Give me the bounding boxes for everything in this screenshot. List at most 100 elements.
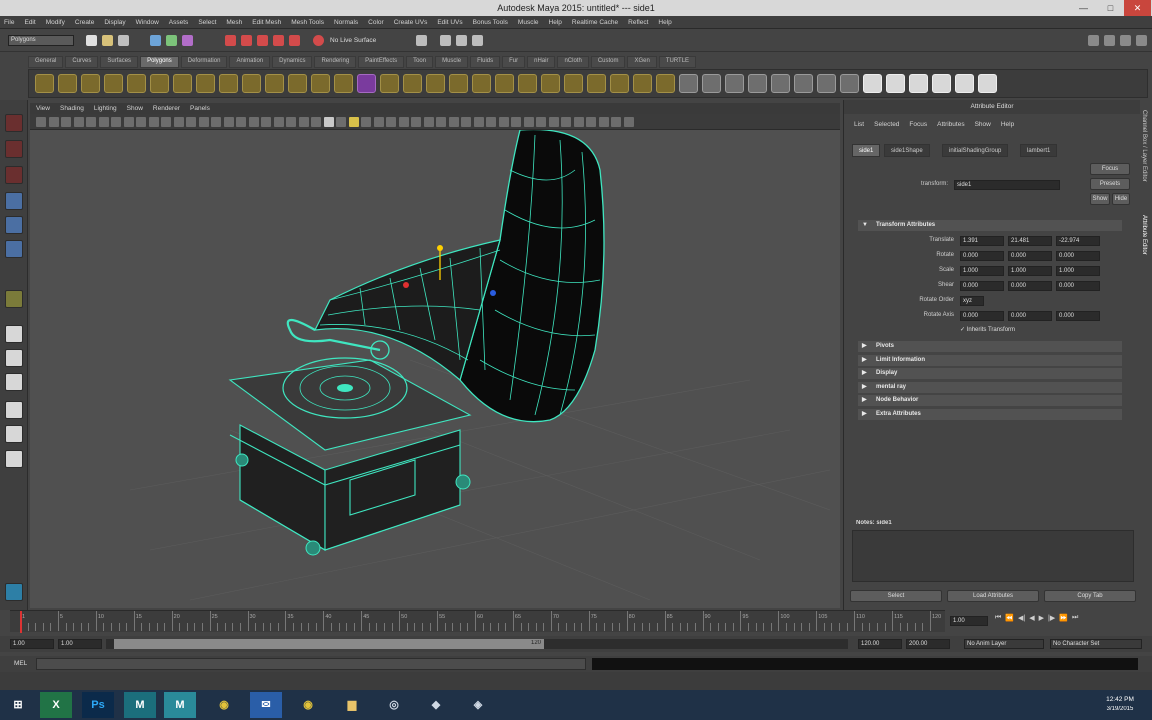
booleans-icon[interactable] (380, 74, 399, 93)
cylindrical-map-icon[interactable] (932, 74, 951, 93)
viewport-tool-29-icon[interactable] (398, 117, 409, 127)
step-forward-icon[interactable]: ⏩ (1059, 614, 1068, 628)
poly-cube-icon[interactable] (58, 74, 77, 93)
history-icon[interactable] (416, 35, 427, 46)
shelf-tab-curves[interactable]: Curves (65, 56, 99, 68)
viewport-tool-42-icon[interactable] (561, 117, 571, 127)
ipr-render-icon[interactable] (456, 35, 467, 46)
viewport-tool-32-icon[interactable] (436, 117, 446, 127)
poly-pipe-icon[interactable] (219, 74, 238, 93)
menu-item-1[interactable]: Edit (24, 19, 35, 26)
append-icon[interactable] (541, 74, 560, 93)
playback-start-field[interactable]: 1.00 (58, 639, 102, 649)
attr-row-2-field-1[interactable]: 1.000 (1008, 266, 1052, 276)
extrude-icon[interactable] (656, 74, 675, 93)
viewport-tool-31-icon[interactable] (423, 117, 434, 127)
viewport-tool-47-icon[interactable] (623, 117, 634, 127)
node-tab-0[interactable]: side1 (852, 144, 881, 157)
shelf-tab-fluids[interactable]: Fluids (470, 56, 501, 68)
poly-plane-icon[interactable] (127, 74, 146, 93)
layout-two-icon[interactable] (5, 373, 23, 391)
menu-item-9[interactable]: Edit Mesh (252, 19, 281, 26)
current-time-marker[interactable] (20, 611, 22, 633)
go-end-icon[interactable]: ⏭ (1072, 614, 1078, 628)
time-slider[interactable]: 1 5 10 15 20 25 30 35 40 45 50 55 60 65 70 75 80 85 90 95 10… (10, 610, 945, 633)
viewport-tool-23-icon[interactable] (323, 117, 334, 127)
viewport-tool-26-icon[interactable] (361, 117, 371, 127)
shelf-tab-muscle[interactable]: Muscle (435, 56, 469, 68)
viewport-tool-19-icon[interactable] (273, 117, 284, 127)
menu-item-14[interactable]: Edit UVs (437, 19, 462, 26)
menu-item-17[interactable]: Help (549, 19, 562, 26)
mail-icon[interactable]: ✉ (250, 692, 282, 718)
viewport-menu-view[interactable]: View (36, 105, 50, 112)
maya-icon[interactable]: M (124, 692, 156, 718)
extract-icon[interactable] (357, 74, 376, 93)
viewport-tool-12-icon[interactable] (186, 117, 196, 127)
viewport-tool-44-icon[interactable] (586, 117, 596, 127)
anim-layer-dropdown[interactable]: No Anim Layer (964, 639, 1044, 649)
attr-row-5-field-0[interactable]: 0.000 (960, 311, 1004, 321)
merge-to-center-icon[interactable] (771, 74, 790, 93)
step-back-icon[interactable]: ⏪ (1005, 614, 1014, 628)
viewport-tool-2-icon[interactable] (61, 117, 71, 127)
presets-button[interactable]: Presets (1090, 178, 1130, 190)
fill-hole-icon[interactable] (472, 74, 491, 93)
current-frame-field[interactable]: 1.00 (950, 616, 988, 626)
viewport-menu-lighting[interactable]: Lighting (94, 105, 117, 112)
tool-settings-toggle-icon[interactable] (1120, 35, 1131, 46)
menu-item-8[interactable]: Mesh (226, 19, 242, 26)
mirror-icon[interactable] (449, 74, 468, 93)
go-start-icon[interactable]: ⏮ (995, 614, 1001, 628)
viewport-tool-22-icon[interactable] (311, 117, 321, 127)
modeling-toolkit-icon[interactable] (1088, 35, 1099, 46)
viewport-tool-9-icon[interactable] (148, 117, 159, 127)
poly-prism-icon[interactable] (173, 74, 192, 93)
shelf-tab-general[interactable]: General (28, 56, 64, 68)
viewport-tool-21-icon[interactable] (298, 117, 309, 127)
attr-row-5-field-1[interactable]: 0.000 (1008, 311, 1052, 321)
layout-outliner-icon[interactable] (5, 425, 23, 443)
next-key-icon[interactable]: |▶ (1048, 614, 1055, 628)
select-tool-icon[interactable] (5, 114, 23, 132)
viewport-tool-20-icon[interactable] (286, 117, 296, 127)
menu-item-6[interactable]: Assets (169, 19, 189, 26)
load-attributes-button[interactable]: Load Attributes (947, 590, 1039, 602)
collapse-icon[interactable] (748, 74, 767, 93)
maya-logo-icon[interactable] (5, 583, 23, 601)
attribute-editor-toggle-icon[interactable] (1104, 35, 1115, 46)
separate-icon[interactable] (334, 74, 353, 93)
select-hierarchy-icon[interactable] (150, 35, 161, 46)
network-icon[interactable]: ◎ (378, 692, 410, 718)
menu-item-16[interactable]: Muscle (518, 19, 539, 26)
layout-four-icon[interactable] (5, 349, 23, 367)
viewport-tool-45-icon[interactable] (598, 117, 609, 127)
shelf-tab-ncloth[interactable]: nCloth (557, 56, 589, 68)
new-scene-icon[interactable] (86, 35, 97, 46)
copy-tab-button[interactable]: Copy Tab (1044, 590, 1136, 602)
viewport-tool-33-icon[interactable] (448, 117, 459, 127)
shelf-tab-fur[interactable]: Fur (502, 56, 526, 68)
notes-field[interactable] (852, 530, 1134, 582)
node-tab-1[interactable]: side1Shape (884, 144, 930, 157)
shelf-tab-xgen[interactable]: XGen (627, 56, 657, 68)
viewport-tool-39-icon[interactable] (523, 117, 534, 127)
smooth-icon[interactable] (403, 74, 422, 93)
shelf-tab-custom[interactable]: Custom (590, 56, 626, 68)
menu-set-dropdown[interactable]: Polygons (8, 35, 74, 46)
maximize-button[interactable]: □ (1097, 0, 1124, 16)
attr-row-1-field-1[interactable]: 0.000 (1008, 251, 1052, 261)
media-icon[interactable]: ◆ (420, 692, 452, 718)
render-frame-icon[interactable] (440, 35, 451, 46)
photoshop-icon[interactable]: Ps (82, 692, 114, 718)
create-poly-icon[interactable] (518, 74, 537, 93)
shelf-tab-rendering[interactable]: Rendering (314, 56, 357, 68)
attr-row-5-field-2[interactable]: 0.000 (1056, 311, 1100, 321)
shelf-tab-surfaces[interactable]: Surfaces (100, 56, 139, 68)
viewport-tool-24-icon[interactable] (336, 117, 346, 127)
auto-map-icon[interactable] (909, 74, 928, 93)
attr-row-0-field-2[interactable]: -22.974 (1056, 236, 1100, 246)
shelf-tab-painteffects[interactable]: PaintEffects (358, 56, 405, 68)
bridge-icon[interactable] (679, 74, 698, 93)
maya2-icon[interactable]: M (164, 692, 196, 718)
